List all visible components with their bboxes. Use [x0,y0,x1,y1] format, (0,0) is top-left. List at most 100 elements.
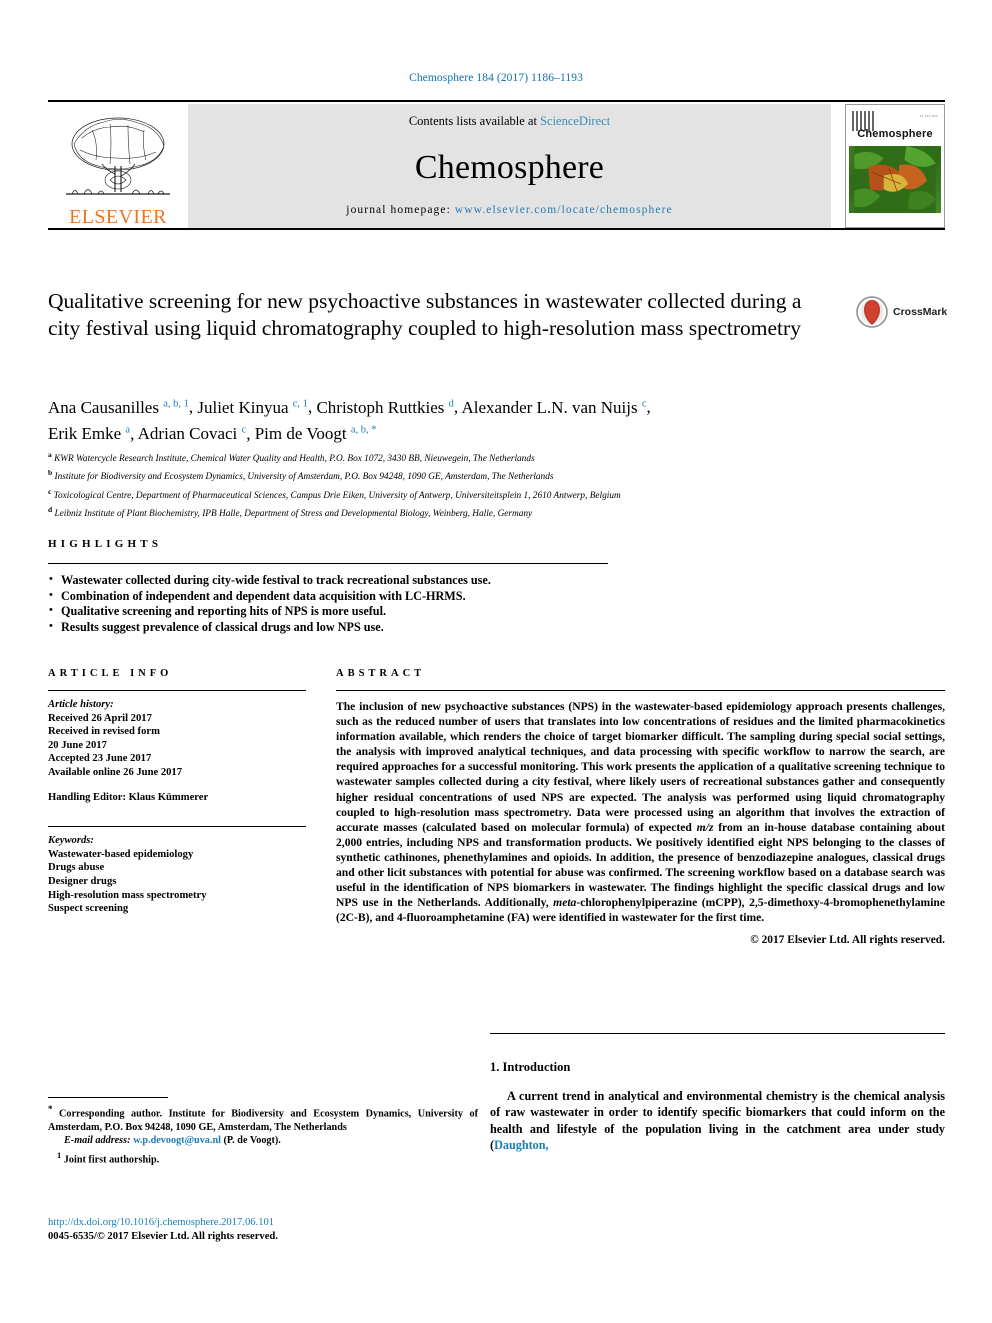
footnote-rule [48,1097,168,1098]
article-info-rule [48,690,306,691]
elsevier-logo: ELSEVIER [48,104,188,228]
crossmark-label: CrossMark [893,306,948,318]
author-name: Alexander L.N. van Nuijs [461,397,638,417]
crossmark-icon [856,296,888,328]
keyword-item: Designer drugs [48,875,117,887]
cover-corner-label: ELSEVIER [919,114,938,118]
cover-journal-title: Chemosphere [857,127,933,140]
introduction-divider [490,1033,945,1034]
keyword-item: High-resolution mass spectrometry [48,889,207,901]
abstract-italic-mz: m/z [696,820,714,834]
affiliation-text: Toxicological Centre, Department of Phar… [53,490,621,501]
article-info-heading: ARTICLE INFO [48,668,173,679]
crossmark-badge[interactable]: CrossMark [856,296,947,328]
author-name: Adrian Covaci [137,424,238,444]
author-name: Erik Emke [48,424,122,444]
author-list: Ana Causanilles a, b, 1, Juliet Kinyua c… [48,397,651,444]
author-affiliation-marker: a [125,424,131,436]
keywords-rule [48,826,306,828]
affiliation-marker: b [48,468,53,478]
abstract-italic-meta: meta [553,896,577,910]
history-item: Accepted 23 June 2017 [48,753,152,765]
author-item: Christoph Ruttkies d [316,398,453,417]
email-label: E-mail address: [64,1135,131,1147]
journal-article-first-page: Chemosphere 184 (2017) 1186–1193 ELSEVIE… [0,0,992,1323]
affiliation-text: Institute for Biodiversity and Ecosystem… [54,472,554,483]
homepage-label: journal homepage: [346,204,455,216]
author-name: Pim de Voogt [254,424,347,444]
email-link[interactable]: w.p.devoogt@uva.nl [133,1135,221,1146]
list-item: Wastewater collected during city-wide fe… [48,572,945,589]
highlights-rule [48,563,608,564]
author-affiliation-marker: c [641,398,647,409]
highlights-section: HIGHLIGHTS Wastewater collected during c… [48,538,945,635]
masthead-bottom-rule [48,228,945,230]
highlights-list: Wastewater collected during city-wide fe… [48,572,945,636]
history-item: 20 June 2017 [48,739,107,751]
author-affiliation-marker: a, b, 1 [163,398,189,409]
affiliation-marker: a [48,450,52,459]
cover-leaves-icon [854,145,936,214]
info-abstract-columns: ARTICLE INFO Article history: Received 2… [48,668,945,946]
introduction-heading: 1. Introduction [490,1060,571,1074]
issn-copyright: 0045-6535/© 2017 Elsevier Ltd. All right… [48,1231,278,1242]
highlights-heading: HIGHLIGHTS [48,538,163,550]
keywords-label: Keywords: [48,835,94,847]
sciencedirect-link[interactable]: ScienceDirect [540,114,610,128]
journal-title: Chemosphere [414,148,605,186]
author-name: Ana Causanilles [48,397,159,417]
affiliation-item: a KWR Watercycle Research Institute, Che… [48,448,928,466]
corresponding-author-note: * Corresponding author. Institute for Bi… [48,1103,478,1134]
author-affiliation-marker: a, b, * [350,424,377,436]
article-history-block: Article history: Received 26 April 2017 … [48,698,306,804]
introduction-paragraph: A current trend in analytical and enviro… [490,1088,945,1154]
affiliation-list: a KWR Watercycle Research Institute, Che… [48,448,928,521]
list-item: Qualitative screening and reporting hits… [48,603,945,620]
abstract-heading: ABSTRACT [336,668,426,679]
introduction-section: 1. Introduction A current trend in analy… [490,1060,945,1154]
running-head: Chemosphere 184 (2017) 1186–1193 [409,72,583,84]
elsevier-tree-icon [66,117,170,195]
abstract-part-1: The inclusion of new psychoactive substa… [336,700,945,834]
history-item: Received in revised form [48,726,160,738]
affiliation-item: b Institute for Biodiversity and Ecosyst… [48,466,928,484]
affiliation-text: Leibniz Institute of Plant Biochemistry,… [54,508,533,519]
citation-link[interactable]: Daughton, [494,1138,549,1152]
author-item: Alexander L.N. van Nuijs c [461,398,646,417]
homepage-url-link[interactable]: www.elsevier.com/locate/chemosphere [455,204,673,216]
article-history-label: Article history: [48,699,114,710]
author-name: Christoph Ruttkies [316,397,445,417]
article-info-column: ARTICLE INFO Article history: Received 2… [48,668,306,946]
author-affiliation-marker: c [241,424,247,436]
doi-link[interactable]: http://dx.doi.org/10.1016/j.chemosphere.… [48,1216,478,1230]
affiliation-marker: c [48,486,52,496]
page-title: Qualitative screening for new psychoacti… [48,289,802,340]
keyword-item: Drugs abuse [48,862,105,874]
author-item: Juliet Kinyua c, 1 [197,398,308,417]
abstract-copyright: © 2017 Elsevier Ltd. All rights reserved… [750,934,945,947]
list-item: Combination of independent and dependent… [48,588,945,605]
author-affiliation-marker: d [448,398,454,409]
affiliation-text: KWR Watercycle Research Institute, Chemi… [54,454,535,465]
cover-artwork [849,145,941,214]
footer-block: http://dx.doi.org/10.1016/j.chemosphere.… [48,1216,478,1244]
affiliation-item: c Toxicological Centre, Department of Ph… [48,485,928,503]
contents-prefix: Contents lists available at [408,114,541,128]
abstract-text: The inclusion of new psychoactive substa… [336,699,945,925]
author-item: Pim de Voogt a, b, * [255,424,377,443]
email-note: E-mail address: w.p.devoogt@uva.nl (P. d… [48,1134,478,1147]
author-item: Erik Emke a [48,424,130,443]
author-affiliation-marker: c, 1 [292,398,308,409]
history-item: Available online 26 June 2017 [48,766,183,778]
handling-editor: Handling Editor: Klaus Kümmerer [48,791,209,803]
author-item: Adrian Covaci c [138,424,247,443]
history-item: Received 26 April 2017 [48,712,152,724]
corresponding-text: Corresponding author. Institute for Biod… [48,1108,478,1133]
list-item: Results suggest prevalence of classical … [48,619,945,636]
journal-masthead: ELSEVIER Contents lists available at Sci… [48,100,945,230]
affiliation-marker: d [48,504,53,514]
introduction-text: A current trend in analytical and enviro… [490,1089,945,1153]
joint-text: Joint first authorship. [63,1154,160,1165]
elsevier-wordmark: ELSEVIER [69,206,167,228]
